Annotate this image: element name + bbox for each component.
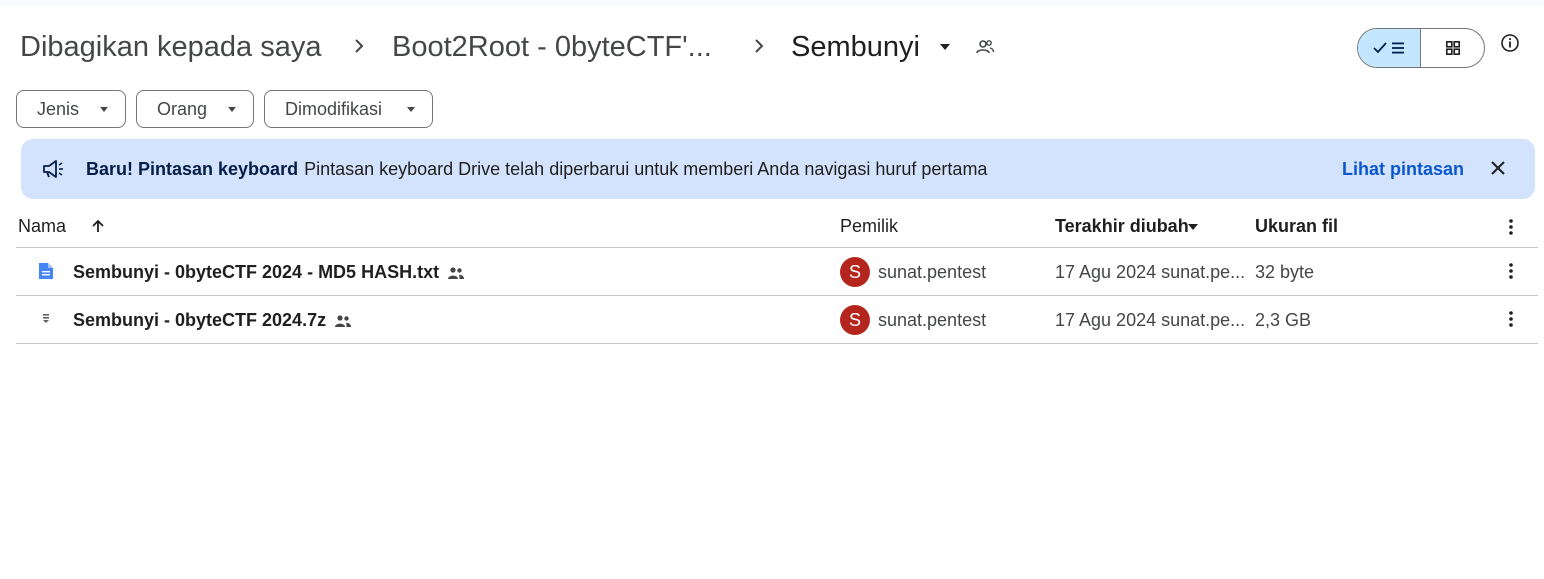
view-toggle xyxy=(1357,28,1485,68)
file-name-text: Sembunyi - 0byteCTF 2024 - MD5 HASH.txt xyxy=(73,262,440,282)
caret-down-icon[interactable] xyxy=(1188,223,1198,231)
caret-down-icon xyxy=(407,107,415,112)
archive-icon xyxy=(43,314,49,323)
top-strip xyxy=(0,0,1544,6)
filter-modified-chip[interactable]: Dimodifikasi xyxy=(264,90,433,128)
shared-people-icon xyxy=(448,267,465,280)
modified-date: 17 Agu 2024 sunat.pe... xyxy=(1055,310,1246,330)
banner-title: Baru! Pintasan keyboard xyxy=(86,159,299,179)
modified-date: 17 Agu 2024 sunat.pe... xyxy=(1055,262,1246,282)
close-icon[interactable] xyxy=(1490,160,1506,176)
avatar: S xyxy=(840,305,870,335)
filter-type-label: Jenis xyxy=(37,98,80,119)
avatar: S xyxy=(840,257,870,287)
column-size-header[interactable]: Ukuran file xyxy=(1255,216,1338,236)
filter-modified-label: Dimodifikasi xyxy=(285,98,383,119)
breadcrumb: Dibagikan kepada saya Boot2Root - 0byteC… xyxy=(0,20,1544,76)
filter-type-chip[interactable]: Jenis xyxy=(16,90,126,128)
breadcrumb-shared-with-me[interactable]: Dibagikan kepada saya xyxy=(20,28,321,66)
file-name[interactable]: Sembunyi - 0byteCTF 2024.7z xyxy=(73,309,352,331)
breadcrumb-parent-folder[interactable]: Boot2Root - 0byteCTF'... xyxy=(392,28,712,66)
banner-message: Pintasan keyboard Drive telah diperbarui… xyxy=(304,159,988,179)
banner-text: Baru! Pintasan keyboard Pintasan keyboard… xyxy=(86,157,987,181)
caret-down-icon xyxy=(228,107,236,112)
column-name-header[interactable]: Nama xyxy=(18,216,66,236)
column-modified-header[interactable]: Terakhir diubah xyxy=(1055,216,1189,236)
file-size: 2,3 GB xyxy=(1255,310,1312,330)
view-shortcuts-link[interactable]: Lihat pintasan xyxy=(1342,157,1464,181)
column-owner-header[interactable]: Pemilik xyxy=(840,216,898,236)
filter-people-chip[interactable]: Orang xyxy=(136,90,254,128)
owner-name: sunat.pentest xyxy=(878,310,987,330)
grid-icon xyxy=(1445,41,1460,55)
info-icon[interactable] xyxy=(1500,33,1520,53)
more-vertical-icon[interactable] xyxy=(1508,218,1514,236)
doc-icon xyxy=(39,263,53,279)
file-name-text: Sembunyi - 0byteCTF 2024.7z xyxy=(73,310,327,330)
list-view-button[interactable] xyxy=(1358,29,1421,67)
caret-down-icon[interactable] xyxy=(938,40,952,54)
owner-name: sunat.pentest xyxy=(878,262,987,282)
shared-people-icon xyxy=(976,40,995,54)
file-name[interactable]: Sembunyi - 0byteCTF 2024 - MD5 HASH.txt xyxy=(73,261,465,283)
table-header: Nama Pemilik Terakhir diubah Ukuran file xyxy=(16,204,1538,248)
checkmark-list-icon xyxy=(1373,42,1404,54)
grid-view-button[interactable] xyxy=(1421,29,1484,67)
more-vertical-icon[interactable] xyxy=(1508,262,1514,280)
table-row[interactable]: Sembunyi - 0byteCTF 2024 - MD5 HASH.txt … xyxy=(16,248,1538,296)
keyboard-shortcut-banner: Baru! Pintasan keyboard Pintasan keyboard… xyxy=(21,139,1535,199)
shared-people-icon xyxy=(335,315,352,328)
sort-arrow-up-icon[interactable] xyxy=(91,219,105,233)
megaphone-icon xyxy=(43,160,63,178)
table-row[interactable]: Sembunyi - 0byteCTF 2024.7z S sunat.pent… xyxy=(16,296,1538,344)
more-vertical-icon[interactable] xyxy=(1508,310,1514,328)
breadcrumb-current-folder[interactable]: Sembunyi xyxy=(791,28,920,66)
caret-down-icon xyxy=(100,107,108,112)
filter-people-label: Orang xyxy=(157,98,208,119)
file-size: 32 byte xyxy=(1255,262,1315,282)
chevron-right-icon xyxy=(755,39,764,53)
chevron-right-icon xyxy=(355,39,364,53)
